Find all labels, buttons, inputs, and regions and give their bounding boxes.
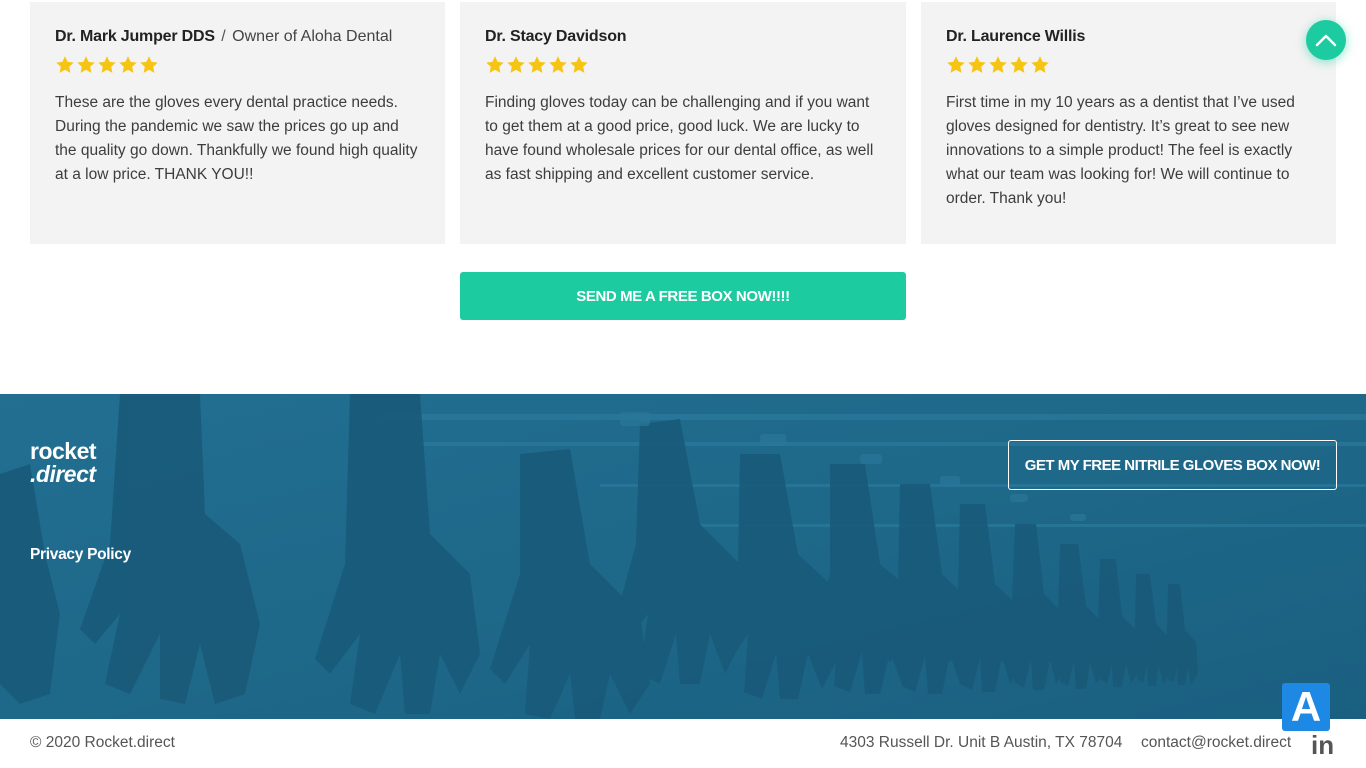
testimonial-card: Dr. Laurence Willis First time in my 10 … xyxy=(921,2,1336,244)
star-rating xyxy=(946,55,1311,77)
testimonial-quote: These are the gloves every dental practi… xyxy=(55,94,418,183)
star-icon xyxy=(139,55,159,75)
testimonial-author: Dr. Mark Jumper DDS / Owner of Aloha Den… xyxy=(55,27,420,47)
address-text: 4303 Russell Dr. Unit B Austin, TX 78704 xyxy=(840,734,1123,751)
testimonial-quote: First time in my 10 years as a dentist t… xyxy=(946,94,1295,207)
star-icon xyxy=(55,55,75,75)
star-icon xyxy=(548,55,568,75)
author-name: Dr. Stacy Davidson xyxy=(485,28,627,45)
testimonial-author: Dr. Stacy Davidson xyxy=(485,27,881,47)
testimonial-author: Dr. Laurence Willis xyxy=(946,27,1311,47)
star-icon xyxy=(946,55,966,75)
star-icon xyxy=(967,55,987,75)
star-icon xyxy=(76,55,96,75)
star-icon xyxy=(569,55,589,75)
privacy-policy-link[interactable]: Privacy Policy xyxy=(30,546,131,564)
chevron-up-icon xyxy=(1315,34,1337,47)
rocket-direct-logo[interactable]: rocket .direct xyxy=(30,440,97,487)
testimonial-quote: Finding gloves today can be challenging … xyxy=(485,94,874,183)
free-gloves-box-button[interactable]: GET MY FREE NITRILE GLOVES BOX NOW! xyxy=(1008,440,1337,490)
copyright-text: © 2020 Rocket.direct xyxy=(30,734,175,751)
footer: rocket .direct Privacy Policy GET MY FRE… xyxy=(0,394,1366,719)
accessibility-button[interactable]: A xyxy=(1282,683,1330,731)
author-separator: / xyxy=(221,28,226,45)
contact-email-link[interactable]: contact@rocket.direct xyxy=(1141,734,1291,752)
bottom-bar: © 2020 Rocket.direct 4303 Russell Dr. Un… xyxy=(0,719,1366,768)
linkedin-icon[interactable]: in xyxy=(1311,732,1334,758)
accessibility-icon: A xyxy=(1290,683,1322,730)
testimonial-card: Dr. Mark Jumper DDS / Owner of Aloha Den… xyxy=(30,2,445,244)
testimonials-section: Dr. Mark Jumper DDS / Owner of Aloha Den… xyxy=(0,0,1366,394)
author-name: Dr. Mark Jumper DDS xyxy=(55,28,215,45)
star-icon xyxy=(97,55,117,75)
free-box-button[interactable]: SEND ME A FREE BOX NOW!!!! xyxy=(460,272,906,320)
star-icon xyxy=(485,55,505,75)
star-icon xyxy=(527,55,547,75)
star-icon xyxy=(506,55,526,75)
testimonial-card: Dr. Stacy Davidson Finding gloves today … xyxy=(460,2,906,244)
logo-line-2: .direct xyxy=(30,461,96,487)
scroll-to-top-button[interactable] xyxy=(1306,20,1346,60)
star-icon xyxy=(1009,55,1029,75)
star-icon xyxy=(1030,55,1050,75)
author-name: Dr. Laurence Willis xyxy=(946,28,1086,45)
star-icon xyxy=(988,55,1008,75)
star-rating xyxy=(485,55,881,77)
star-icon xyxy=(118,55,138,75)
star-rating xyxy=(55,55,420,77)
author-role: Owner of Aloha Dental xyxy=(232,28,393,45)
